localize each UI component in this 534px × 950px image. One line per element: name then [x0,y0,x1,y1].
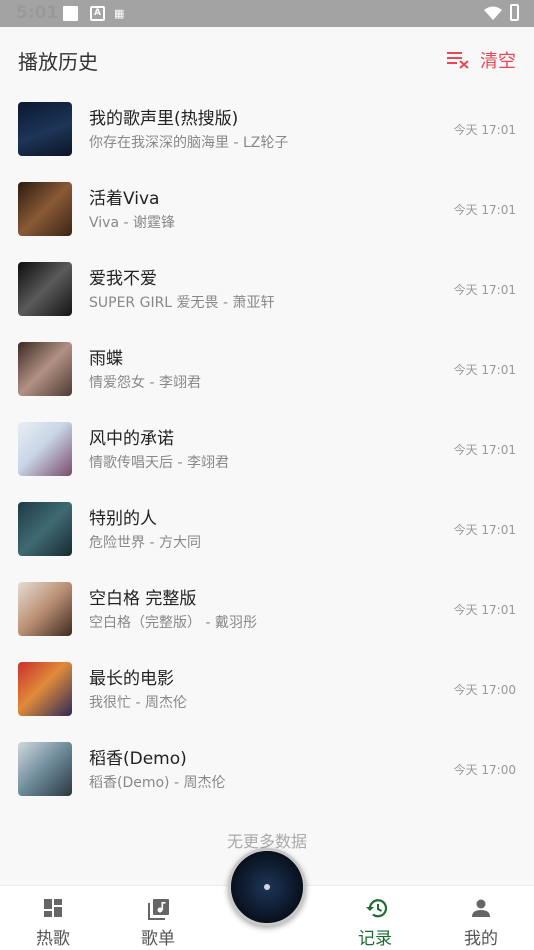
list-item[interactable]: 特别的人 危险世界 - 方大同 今天 17:01 [0,490,534,570]
notification-icon [63,6,78,21]
played-time: 今天 17:01 [453,603,516,617]
song-subtitle: SUPER GIRL 爱无畏 - 萧亚轩 [89,295,275,311]
song-title: 我的歌声里(热搜版) [89,109,239,129]
album-cover [18,742,72,796]
clear-list-icon [447,52,469,69]
tab-history[interactable]: 记录 [330,886,420,950]
song-subtitle: 你存在我深深的脑海里 - LZ轮子 [89,135,289,151]
history-icon [366,899,387,918]
album-cover [18,662,72,716]
list-item[interactable]: 爱我不爱 SUPER GIRL 爱无畏 - 萧亚轩 今天 17:01 [0,250,534,330]
album-cover [18,262,72,316]
song-title: 爱我不爱 [89,269,157,289]
list-item[interactable]: 空白格 完整版 空白格（完整版） - 戴羽彤 今天 17:01 [0,570,534,650]
music-library-icon [148,899,169,920]
clear-history-button[interactable]: 清空 [447,47,516,73]
song-title: 空白格 完整版 [89,589,197,609]
song-title: 特别的人 [89,509,157,529]
album-cover [18,502,72,556]
tab-hot-songs[interactable]: 热歌 [8,886,98,950]
played-time: 今天 17:00 [453,683,516,697]
song-title: 风中的承诺 [89,429,174,449]
wifi-icon [484,6,502,20]
song-title: 活着Viva [89,189,160,209]
list-item[interactable]: 最长的电影 我很忙 - 周杰伦 今天 17:00 [0,650,534,730]
tab-mine[interactable]: 我的 [436,886,526,950]
battery-icon [510,4,519,21]
album-cover [18,422,72,476]
song-subtitle: 危险世界 - 方大同 [89,535,201,551]
person-icon [472,899,490,917]
played-time: 今天 17:01 [453,363,516,377]
tab-label: 歌单 [141,929,175,949]
album-cover [18,102,72,156]
header: 播放历史 清空 [0,27,534,91]
album-cover [18,582,72,636]
list-item[interactable]: 活着Viva Viva - 谢霆锋 今天 17:01 [0,170,534,250]
now-playing-disc[interactable] [228,848,306,926]
song-title: 最长的电影 [89,669,174,689]
clear-label: 清空 [480,51,516,72]
song-title: 稻香(Demo) [89,749,187,769]
list-item[interactable]: 稻香(Demo) 稻香(Demo) - 周杰伦 今天 17:00 [0,730,534,810]
song-subtitle: 我很忙 - 周杰伦 [89,695,187,711]
list-item[interactable]: 雨蝶 情爱怨女 - 李翊君 今天 17:01 [0,330,534,410]
tab-label: 我的 [464,929,498,949]
tab-label: 记录 [358,929,392,949]
song-subtitle: 情歌传唱天后 - 李翊君 [89,455,229,471]
played-time: 今天 17:01 [453,523,516,537]
tab-playlists[interactable]: 歌单 [113,886,203,950]
song-subtitle: 稻香(Demo) - 周杰伦 [89,775,226,791]
album-cover [18,342,72,396]
album-cover [18,182,72,236]
song-title: 雨蝶 [89,349,123,369]
song-subtitle: 情爱怨女 - 李翊君 [89,375,201,391]
dashboard-icon [44,899,62,917]
app-notification-icon: A [90,6,105,21]
song-subtitle: Viva - 谢霆锋 [89,215,175,231]
list-item[interactable]: 风中的承诺 情歌传唱天后 - 李翊君 今天 17:01 [0,410,534,490]
list-item[interactable]: 我的歌声里(热搜版) 你存在我深深的脑海里 - LZ轮子 今天 17:01 [0,90,534,170]
played-time: 今天 17:01 [453,123,516,137]
status-bar: 5:01 A ▦ [0,0,534,27]
tab-label: 热歌 [36,929,70,949]
grid-notification-icon: ▦ [114,7,125,20]
song-subtitle: 空白格（完整版） - 戴羽彤 [89,615,257,631]
played-time: 今天 17:00 [453,763,516,777]
played-time: 今天 17:01 [453,203,516,217]
played-time: 今天 17:01 [453,443,516,457]
page-title: 播放历史 [18,50,98,74]
album-art-disc-icon [231,851,303,923]
played-time: 今天 17:01 [453,283,516,297]
